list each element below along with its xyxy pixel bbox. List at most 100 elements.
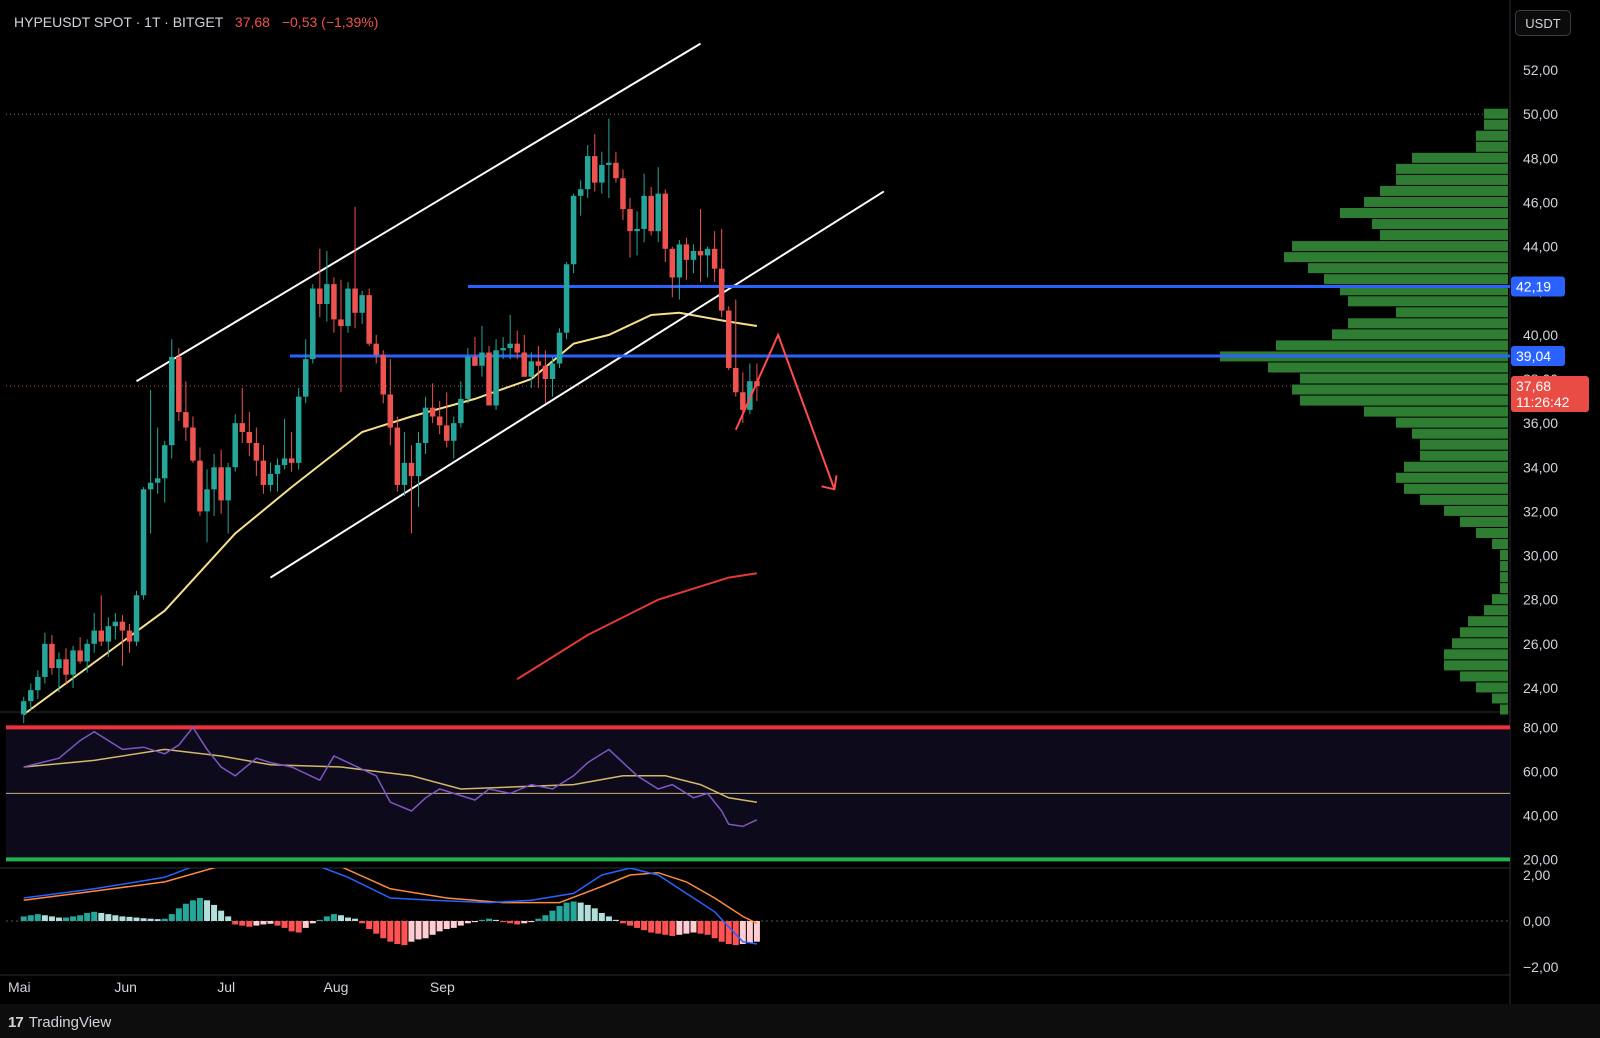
candle-body — [394, 427, 401, 485]
volume-profile-bar — [1460, 671, 1508, 682]
price-tick-label: 48,00 — [1523, 150, 1558, 166]
macd-histogram-bar — [140, 918, 147, 921]
candle-body — [140, 489, 147, 596]
candle-body — [366, 295, 372, 344]
rsi-tick-label: 80,00 — [1523, 719, 1558, 735]
brand-label: TradingView — [28, 1014, 112, 1031]
candle-body — [359, 295, 365, 313]
candle-body — [197, 460, 203, 512]
candle-body — [465, 356, 471, 399]
candle-body — [697, 251, 704, 256]
macd-histogram-bar — [119, 916, 126, 921]
volume-profile-bar — [1452, 638, 1508, 649]
candle-body — [436, 416, 443, 426]
rsi-tick-label: 40,00 — [1523, 807, 1558, 823]
volume-profile-bar — [1500, 561, 1508, 572]
volume-profile-bar — [1396, 163, 1508, 174]
macd-histogram-bar — [232, 921, 239, 925]
candle-body — [218, 467, 224, 501]
volume-profile-bar — [1500, 550, 1508, 561]
macd-histogram-bar — [641, 921, 648, 931]
price-tick-label: 32,00 — [1523, 503, 1558, 519]
volume-profile-bar — [1500, 704, 1508, 715]
macd-histogram-bar — [316, 919, 323, 921]
volume-profile-bar — [1364, 196, 1508, 207]
macd-histogram-bar — [507, 921, 514, 924]
macd-histogram-bar — [753, 921, 760, 942]
candle-body — [352, 288, 358, 313]
candle-body — [70, 650, 76, 675]
candle-body — [725, 310, 732, 368]
candle-body — [507, 343, 513, 349]
tradingview-brand[interactable]: 17 TradingView — [8, 1014, 111, 1031]
price-tick-label: 30,00 — [1523, 548, 1558, 564]
macd-histogram-bar — [718, 921, 725, 942]
volume-profile-bar — [1476, 682, 1508, 693]
volume-profile-bar — [1292, 384, 1508, 395]
last-price-label: 37,68 — [1516, 378, 1551, 394]
macd-histogram-bar — [584, 904, 591, 921]
volume-profile-bar — [1492, 538, 1508, 550]
macd-histogram-bar — [345, 917, 352, 921]
volume-profile-bar — [1324, 274, 1508, 285]
macd-histogram-bar — [218, 910, 225, 921]
volume-profile-bar — [1340, 207, 1508, 219]
time-tick-label: Jul — [217, 979, 235, 995]
macd-histogram-bar — [63, 917, 70, 921]
volume-profile-bar — [1396, 472, 1508, 483]
chart-canvas[interactable]: 24,0026,0028,0030,0032,0034,0036,0038,00… — [0, 0, 1600, 1038]
macd-histogram-bar — [450, 921, 457, 928]
candle-body — [183, 412, 189, 428]
macd-histogram-bar — [408, 921, 415, 942]
price-tick-label: 36,00 — [1523, 415, 1558, 431]
volume-profile-bar — [1420, 439, 1508, 450]
candle-body — [331, 284, 337, 320]
candle-body — [281, 458, 288, 466]
macd-histogram-bar — [281, 921, 288, 928]
volume-profile-bar — [1476, 141, 1508, 152]
candle-body — [542, 365, 549, 379]
volume-profile-bar — [1412, 152, 1508, 163]
change-label: −0,53 (−1,39%) — [281, 14, 379, 30]
candle-body — [613, 162, 619, 179]
candle-body — [42, 643, 48, 677]
volume-profile-bar — [1276, 340, 1508, 351]
volume-profile-bar — [1348, 296, 1508, 307]
candle-body — [655, 193, 661, 232]
volume-profile-bar — [1348, 318, 1508, 329]
macd-histogram-bar — [493, 919, 500, 921]
candle-body — [733, 367, 739, 393]
candle-body — [704, 248, 711, 256]
macd-histogram-bar — [373, 921, 380, 934]
macd-histogram-bar — [528, 921, 535, 923]
candle-body — [458, 398, 464, 424]
candle-body — [493, 350, 499, 406]
macd-histogram-bar — [655, 921, 662, 934]
macd-histogram-bar — [366, 921, 373, 930]
candle-body — [690, 251, 697, 260]
candle-body — [91, 630, 97, 644]
volume-profile-bar — [1372, 219, 1508, 230]
volume-profile-bar — [1292, 241, 1508, 252]
candle-body — [451, 423, 457, 441]
price-tick-label: 34,00 — [1523, 459, 1558, 475]
candle-body — [49, 643, 55, 669]
candle-body — [105, 626, 112, 642]
volume-profile-bar — [1484, 605, 1508, 616]
macd-histogram-bar — [514, 921, 521, 925]
candle-body — [486, 352, 492, 406]
macd-histogram-bar — [196, 898, 203, 921]
macd-histogram-bar — [288, 921, 295, 932]
macd-histogram-bar — [648, 921, 655, 933]
candle-body — [176, 356, 182, 413]
macd-histogram-bar — [274, 921, 281, 926]
macd-histogram-bar — [323, 916, 330, 921]
macd-histogram-bar — [704, 921, 711, 935]
currency-button[interactable]: USDT — [1515, 10, 1571, 36]
candle-body — [274, 465, 281, 474]
macd-histogram-bar — [126, 916, 133, 921]
candle-body — [253, 442, 260, 461]
volume-profile-bar — [1396, 307, 1508, 318]
macd-histogram-bar — [330, 914, 337, 921]
macd-histogram-bar — [457, 921, 464, 926]
